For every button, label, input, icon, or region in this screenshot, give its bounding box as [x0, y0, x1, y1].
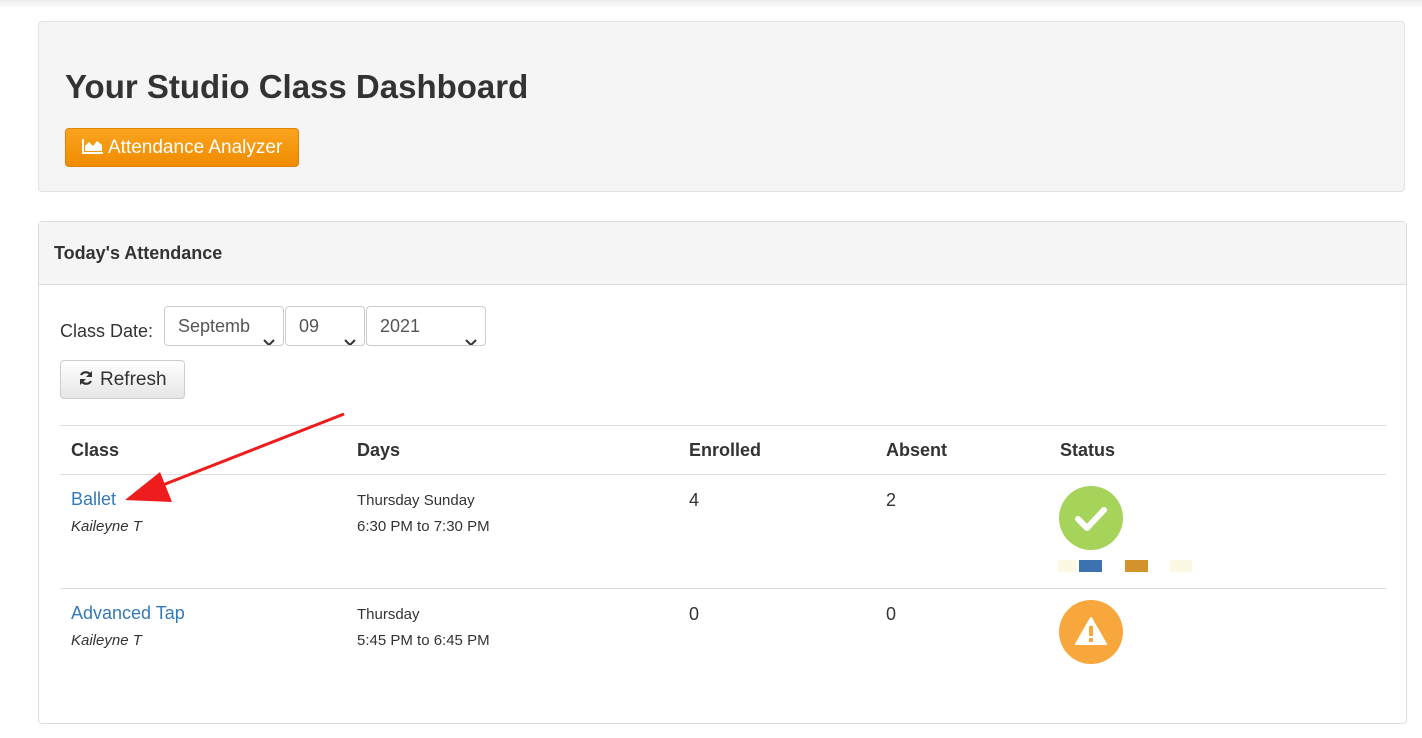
chevron-down-icon — [263, 322, 275, 345]
status-swatch — [1058, 560, 1076, 572]
chevron-down-icon — [344, 322, 356, 345]
status-warning-icon — [1059, 600, 1123, 664]
header-enrolled: Enrolled — [689, 440, 762, 460]
absent-count: 0 — [886, 604, 897, 624]
panel-heading: Today's Attendance — [39, 222, 1406, 285]
month-select-value: Septemb — [178, 316, 251, 336]
area-chart-icon — [82, 130, 104, 154]
year-select[interactable]: 2021 — [366, 306, 486, 346]
refresh-icon — [78, 362, 94, 385]
dashboard-header: Your Studio Class Dashboard Attendance A… — [38, 21, 1405, 192]
table-row: Ballet Kaileyne T Thursday Sunday 6:30 P… — [60, 475, 1386, 589]
attendance-analyzer-button[interactable]: Attendance Analyzer — [65, 128, 299, 167]
attendance-table: Class Days Enrolled Absent Status Ballet… — [60, 425, 1386, 702]
instructor-name: Kaileyne T — [71, 632, 142, 649]
status-swatch — [1079, 560, 1102, 572]
chevron-down-icon — [465, 322, 477, 345]
refresh-button[interactable]: Refresh — [60, 360, 185, 399]
class-date-label: Class Date: — [60, 321, 154, 341]
class-time: 5:45 PM to 6:45 PM — [357, 632, 490, 649]
header-days: Days — [357, 440, 401, 460]
status-swatch — [1170, 560, 1192, 572]
todays-attendance-panel: Today's Attendance Class Date: Septemb 0… — [38, 221, 1407, 724]
header-class: Class — [71, 440, 120, 460]
table-row: Advanced Tap Kaileyne T Thursday 5:45 PM… — [60, 589, 1386, 702]
class-days: Thursday Sunday — [357, 492, 475, 509]
day-select-value: 09 — [299, 316, 320, 336]
header-absent: Absent — [886, 440, 948, 460]
panel-title: Today's Attendance — [54, 243, 223, 263]
enrolled-count: 4 — [689, 490, 700, 510]
month-select[interactable]: Septemb — [164, 306, 284, 346]
status-swatch — [1125, 560, 1148, 572]
table-header: Class Days Enrolled Absent Status — [60, 425, 1386, 475]
page-title: Your Studio Class Dashboard — [65, 68, 529, 105]
day-select[interactable]: 09 — [285, 306, 365, 346]
header-status: Status — [1060, 440, 1116, 460]
attendance-analyzer-label: Attendance Analyzer — [108, 137, 283, 158]
class-time: 6:30 PM to 7:30 PM — [357, 518, 490, 535]
instructor-name: Kaileyne T — [71, 518, 142, 535]
class-link-ballet[interactable]: Ballet — [71, 489, 116, 510]
enrolled-count: 0 — [689, 604, 700, 624]
class-link-advanced-tap[interactable]: Advanced Tap — [71, 603, 185, 624]
top-shadow — [0, 0, 1422, 8]
year-select-value: 2021 — [380, 316, 421, 336]
class-days: Thursday — [357, 606, 420, 623]
absent-count: 2 — [886, 490, 897, 510]
refresh-label: Refresh — [100, 369, 167, 390]
status-check-icon — [1059, 486, 1123, 550]
